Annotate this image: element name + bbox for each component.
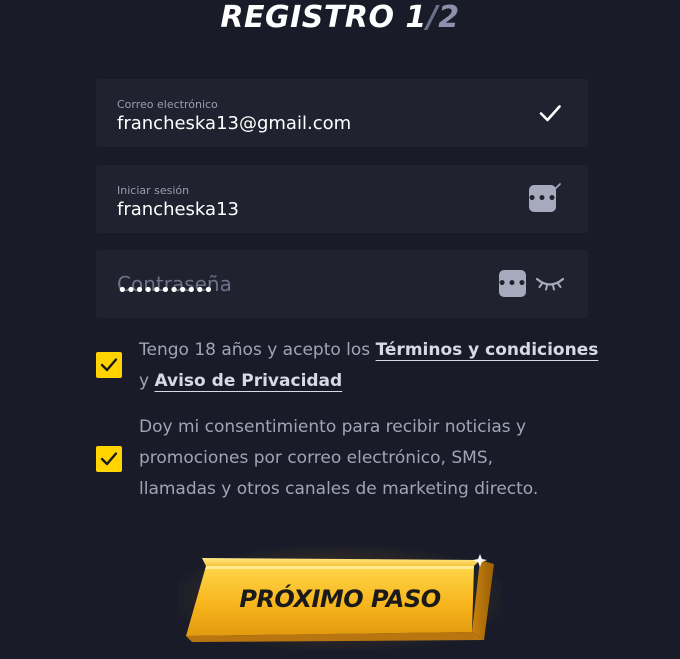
login-label: Iniciar sesión	[117, 184, 190, 197]
email-value: francheska13@gmail.com	[117, 113, 352, 134]
terms-link[interactable]: Términos y condiciones	[376, 340, 599, 360]
checkmark-icon	[100, 358, 118, 372]
marketing-line-3: llamadas y otros canales de marketing di…	[139, 479, 539, 499]
terms-text-before: Tengo 18 años y acepto los	[139, 340, 376, 360]
password-field[interactable]: Contraseña ••••••••••• •••	[96, 250, 588, 318]
login-field[interactable]: Iniciar sesión francheska13 •••	[96, 165, 588, 233]
title-separator: /	[426, 0, 439, 35]
terms-consent-text: Tengo 18 años y acepto los Términos y co…	[139, 335, 598, 397]
login-value: francheska13	[117, 199, 239, 220]
password-dots-icon[interactable]: •••	[498, 270, 526, 297]
checkmark-icon	[100, 452, 118, 466]
pencil-icon	[553, 183, 561, 191]
page-title: REGISTRO 1/2	[0, 0, 680, 36]
marketing-line-1: Doy mi consentimiento para recibir notic…	[139, 417, 527, 437]
email-field[interactable]: Correo electrónico francheska13@gmail.co…	[96, 79, 588, 147]
terms-text-mid: y	[139, 371, 155, 391]
marketing-line-2: promociones por correo electrónico, SMS,	[139, 448, 494, 468]
email-label: Correo electrónico	[117, 98, 218, 111]
marketing-consent-text: Doy mi consentimiento para recibir notic…	[139, 412, 538, 505]
marketing-checkbox[interactable]	[96, 446, 122, 472]
password-masked-value: •••••••••••	[117, 280, 214, 301]
title-step-total: 2	[438, 0, 460, 35]
eye-closed-icon[interactable]	[534, 274, 566, 294]
password-dots-icon[interactable]: •••	[528, 185, 556, 212]
check-icon	[538, 101, 562, 125]
terms-checkbox[interactable]	[96, 352, 122, 378]
cta-container: PRÓXIMO PASO	[178, 546, 502, 650]
title-main: REGISTRO 1	[220, 0, 427, 35]
next-step-label: PRÓXIMO PASO	[239, 585, 441, 613]
privacy-link[interactable]: Aviso de Privacidad	[154, 371, 342, 391]
next-step-button[interactable]: PRÓXIMO PASO	[184, 554, 496, 644]
